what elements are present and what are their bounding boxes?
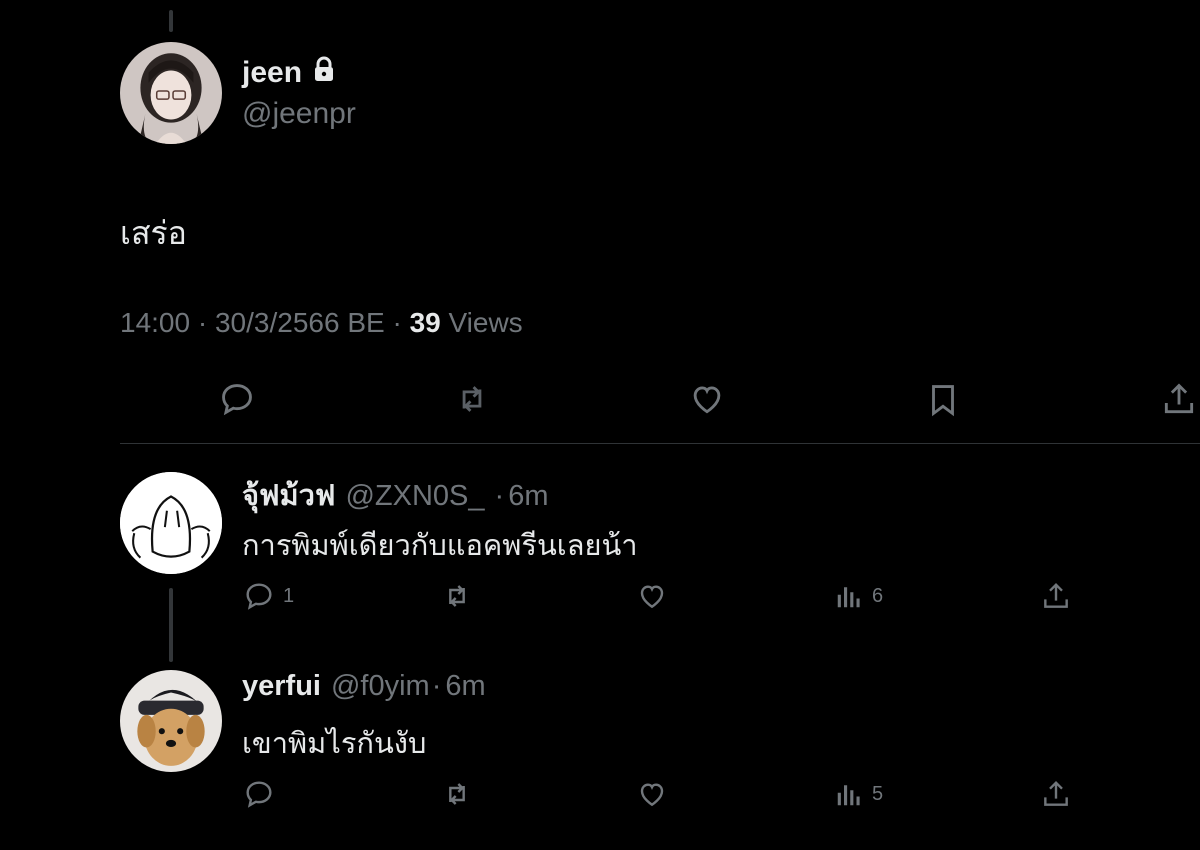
views-button[interactable]: 5 xyxy=(834,778,883,810)
tweet-text: เสร่อ xyxy=(120,215,187,251)
share-button[interactable] xyxy=(1040,778,1072,810)
bookmark-button[interactable] xyxy=(924,380,962,420)
reply-icon xyxy=(246,781,272,808)
views-label: Views xyxy=(448,307,523,338)
heart-icon xyxy=(640,783,664,807)
reply-icon xyxy=(222,384,252,416)
views-chart-icon xyxy=(837,785,860,806)
retweet-icon xyxy=(449,783,465,805)
author-name[interactable]: jeen xyxy=(242,56,336,90)
author-avatar[interactable] xyxy=(120,42,222,144)
retweet-button[interactable] xyxy=(440,778,474,810)
like-button[interactable] xyxy=(636,580,668,612)
lock-icon xyxy=(312,56,336,90)
reply-author-handle[interactable]: @f0yim xyxy=(331,670,430,703)
views-chart-icon xyxy=(837,587,860,608)
reply-author-name[interactable]: จุ้ฟม้วฟ xyxy=(242,472,335,518)
retweet-button[interactable] xyxy=(452,380,492,418)
reply-author-handle[interactable]: @ZXN0S_ xyxy=(345,480,484,513)
reply-author-name[interactable]: yerfui xyxy=(242,670,321,703)
like-button[interactable] xyxy=(688,380,726,418)
divider xyxy=(120,443,1200,444)
meta-separator: · xyxy=(197,307,208,338)
meta-separator: · xyxy=(431,670,442,702)
heart-icon xyxy=(693,386,721,414)
views-count: 39 xyxy=(409,307,441,338)
retweet-icon xyxy=(462,386,482,412)
thread-connector-top xyxy=(169,10,173,32)
reply-avatar[interactable] xyxy=(120,472,222,574)
author-handle[interactable]: @jeenpr xyxy=(242,97,356,131)
reply-count: 1 xyxy=(283,584,295,607)
reply-text: เขาพิมไรกันงับ xyxy=(242,728,427,760)
reply-text: การพิมพ์เดียวกับแอคพรีนเลยน้า xyxy=(242,530,638,562)
meta-separator: · xyxy=(494,480,505,512)
reply-icon xyxy=(246,583,272,610)
reply-age[interactable]: 6m xyxy=(445,670,485,703)
tweet-meta: 14:00 · 30/3/2566 BE · 39 Views xyxy=(120,307,523,339)
share-icon xyxy=(1164,383,1194,414)
bookmark-icon xyxy=(932,385,954,417)
reply-age[interactable]: 6m xyxy=(508,480,548,513)
reply-header: จุ้ฟม้วฟ @ZXN0S_ · 6m xyxy=(242,472,548,518)
share-button[interactable] xyxy=(1160,380,1198,418)
share-button[interactable] xyxy=(1040,580,1072,612)
reply-button[interactable]: 1 xyxy=(243,580,294,612)
heart-icon xyxy=(640,585,664,609)
reply-header: yerfui @f0yim · 6m xyxy=(242,670,486,703)
reply-button[interactable] xyxy=(218,380,256,418)
tweet-date[interactable]: 30/3/2566 BE xyxy=(215,307,385,338)
views-count: 5 xyxy=(872,782,884,805)
views-count: 6 xyxy=(872,584,884,607)
share-icon xyxy=(1044,582,1068,608)
retweet-icon xyxy=(449,585,465,607)
tweet-time[interactable]: 14:00 xyxy=(120,307,190,338)
share-icon xyxy=(1044,780,1068,806)
thread-connector xyxy=(169,588,173,662)
reply-button[interactable] xyxy=(243,778,275,810)
meta-separator: · xyxy=(392,307,402,338)
author-name-text: jeen xyxy=(242,56,303,89)
like-button[interactable] xyxy=(636,778,668,810)
reply-avatar[interactable] xyxy=(120,670,222,772)
retweet-button[interactable] xyxy=(440,580,474,612)
views-button[interactable]: 6 xyxy=(834,580,883,612)
